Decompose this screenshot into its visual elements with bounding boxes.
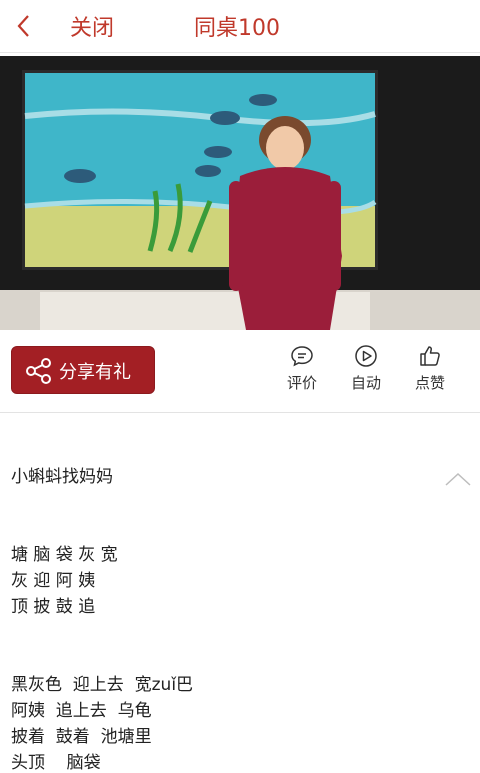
play-circle-icon xyxy=(355,345,377,367)
char-line: 塘 脑 袋 灰 宽 xyxy=(11,545,118,565)
top-bar: 关闭 同桌100 xyxy=(0,0,480,53)
thumbs-up-icon xyxy=(420,346,440,366)
lesson-title: 小蝌蚪找妈妈 xyxy=(11,467,113,487)
autoplay-label: 自动 xyxy=(350,374,381,392)
autoplay-button[interactable]: 自动 xyxy=(336,344,396,400)
like-label: 点赞 xyxy=(414,374,445,392)
action-bar: 分享有礼 评价 自动 点赞 xyxy=(0,330,480,413)
video-frame xyxy=(0,56,480,330)
chevron-up-icon[interactable] xyxy=(444,470,472,488)
close-button[interactable]: 关闭 xyxy=(70,10,114,42)
word-line: 披着 鼓着 池塘里 xyxy=(11,727,152,747)
share-button[interactable]: 分享有礼 xyxy=(11,346,155,394)
comment-icon xyxy=(291,346,313,367)
word-line: 黑灰色 迎上去 宽zuǐ巴 xyxy=(11,675,194,695)
comment-label: 评价 xyxy=(286,374,317,392)
char-line: 顶 披 鼓 追 xyxy=(11,597,96,617)
page-title: 同桌100 xyxy=(194,16,280,41)
word-line: 头顶 脑袋 xyxy=(11,753,101,773)
lesson-content: 小蝌蚪找妈妈 塘 脑 袋 灰 宽 灰 迎 阿 姨 顶 披 鼓 追 黑灰色 迎上去… xyxy=(0,412,480,773)
word-line: 阿姨 追上去 乌龟 xyxy=(11,701,152,721)
share-label: 分享有礼 xyxy=(59,362,131,383)
like-button[interactable]: 点赞 xyxy=(400,344,460,400)
char-line: 灰 迎 阿 姨 xyxy=(11,571,96,591)
comment-button[interactable]: 评价 xyxy=(272,344,332,400)
chevron-left-icon[interactable] xyxy=(12,12,36,40)
share-icon xyxy=(26,358,51,384)
video-player[interactable] xyxy=(0,56,480,330)
